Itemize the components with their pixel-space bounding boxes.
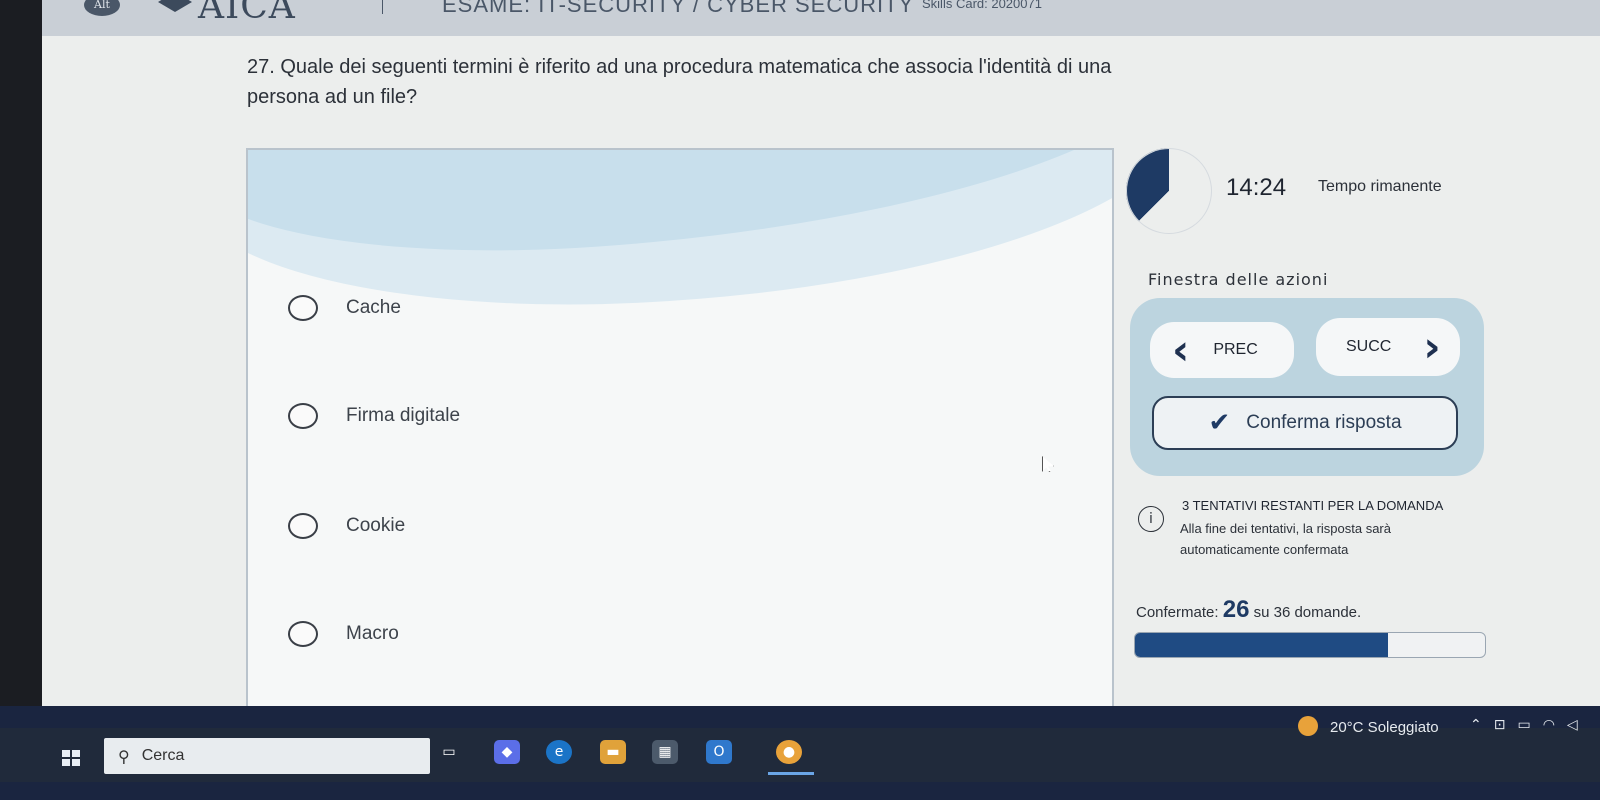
chrome-icon[interactable]: ● xyxy=(776,740,802,764)
exam-window: Alt AICA ESAME: IT-SECURITY / CYBER SECU… xyxy=(42,0,1600,730)
progress-bar xyxy=(1134,632,1486,658)
answer-option-firma-digitale[interactable]: Firma digitale xyxy=(288,396,460,436)
task-view-icon[interactable]: ▭ xyxy=(436,740,462,764)
exam-header: Alt AICA ESAME: IT-SECURITY / CYBER SECU… xyxy=(42,0,1600,36)
timer-value: 14:24 xyxy=(1226,174,1287,201)
attempts-title: 3 TENTATIVI RESTANTI PER LA DOMANDA xyxy=(1182,498,1444,513)
active-app-indicator xyxy=(768,772,814,775)
weather-text[interactable]: 20°C Soleggiato xyxy=(1330,719,1439,736)
progress-prefix: Confermate: xyxy=(1136,604,1219,621)
aica-logo-icon xyxy=(158,0,192,12)
answer-label: Cache xyxy=(346,297,401,318)
prev-button[interactable]: ‹ PREC xyxy=(1150,322,1294,378)
next-button-label: SUCC xyxy=(1346,338,1392,355)
answer-label: Cookie xyxy=(346,515,406,536)
progress-bar-fill xyxy=(1135,633,1388,657)
prev-button-label: PREC xyxy=(1213,341,1258,358)
store-icon[interactable]: ▦ xyxy=(652,740,678,764)
answer-option-cookie[interactable]: Cookie xyxy=(288,506,405,546)
taskbar-search[interactable]: ⚲ Cerca xyxy=(104,738,430,774)
progress-suffix: su 36 domande. xyxy=(1253,604,1362,621)
skills-card-id: Skills Card: 2020071 xyxy=(922,0,1042,11)
check-icon: ✔ xyxy=(1208,408,1231,438)
progress-text: Confermate: 26 su 36 domande. xyxy=(1136,596,1361,624)
weather-sun-icon[interactable] xyxy=(1298,716,1318,736)
copilot-icon[interactable]: ◆ xyxy=(494,740,520,764)
attempts-description: Alla fine dei tentativi, la risposta sar… xyxy=(1180,521,1391,557)
info-icon: i xyxy=(1138,506,1164,532)
aica-logo-text: AICA xyxy=(198,0,296,27)
radio-button[interactable] xyxy=(288,621,318,647)
radio-button[interactable] xyxy=(288,513,318,539)
radio-button[interactable] xyxy=(288,403,318,429)
progress-confirmed-count: 26 xyxy=(1222,596,1250,623)
question-text: 27. Quale dei seguenti termini è riferit… xyxy=(247,56,1112,108)
timer-label: Tempo rimanente xyxy=(1318,178,1442,195)
chevron-right-icon: › xyxy=(1423,322,1441,371)
answer-label: Firma digitale xyxy=(346,405,461,426)
header-divider xyxy=(382,0,383,14)
radio-button[interactable] xyxy=(288,295,318,321)
next-button[interactable]: SUCC › xyxy=(1316,318,1460,376)
outlook-icon[interactable]: O xyxy=(706,740,732,764)
timer-ring xyxy=(1126,148,1212,234)
answer-label: Macro xyxy=(346,623,399,644)
answer-option-macro[interactable]: Macro xyxy=(288,614,399,654)
windows-start-icon[interactable] xyxy=(62,750,80,766)
system-tray-icons[interactable]: ⌃⊡▭◠◁ xyxy=(1470,717,1590,733)
alt-logo: Alt xyxy=(84,0,120,16)
search-placeholder: Cerca xyxy=(141,747,185,764)
chevron-left-icon: ‹ xyxy=(1172,325,1190,374)
answer-option-cache[interactable]: Cache xyxy=(288,288,401,328)
edge-icon[interactable]: e xyxy=(546,740,572,764)
answers-panel: Cache Firma digitale Cookie Macro xyxy=(246,148,1114,730)
search-icon: ⚲ xyxy=(118,746,130,766)
file-explorer-icon[interactable]: ▬ xyxy=(600,740,626,764)
actions-title: Finestra delle azioni xyxy=(1148,270,1329,289)
confirm-answer-label: Conferma risposta xyxy=(1246,412,1402,433)
confirm-answer-button[interactable]: ✔ Conferma risposta xyxy=(1152,396,1458,450)
exam-title: ESAME: IT-SECURITY / CYBER SECURITY xyxy=(442,0,915,17)
